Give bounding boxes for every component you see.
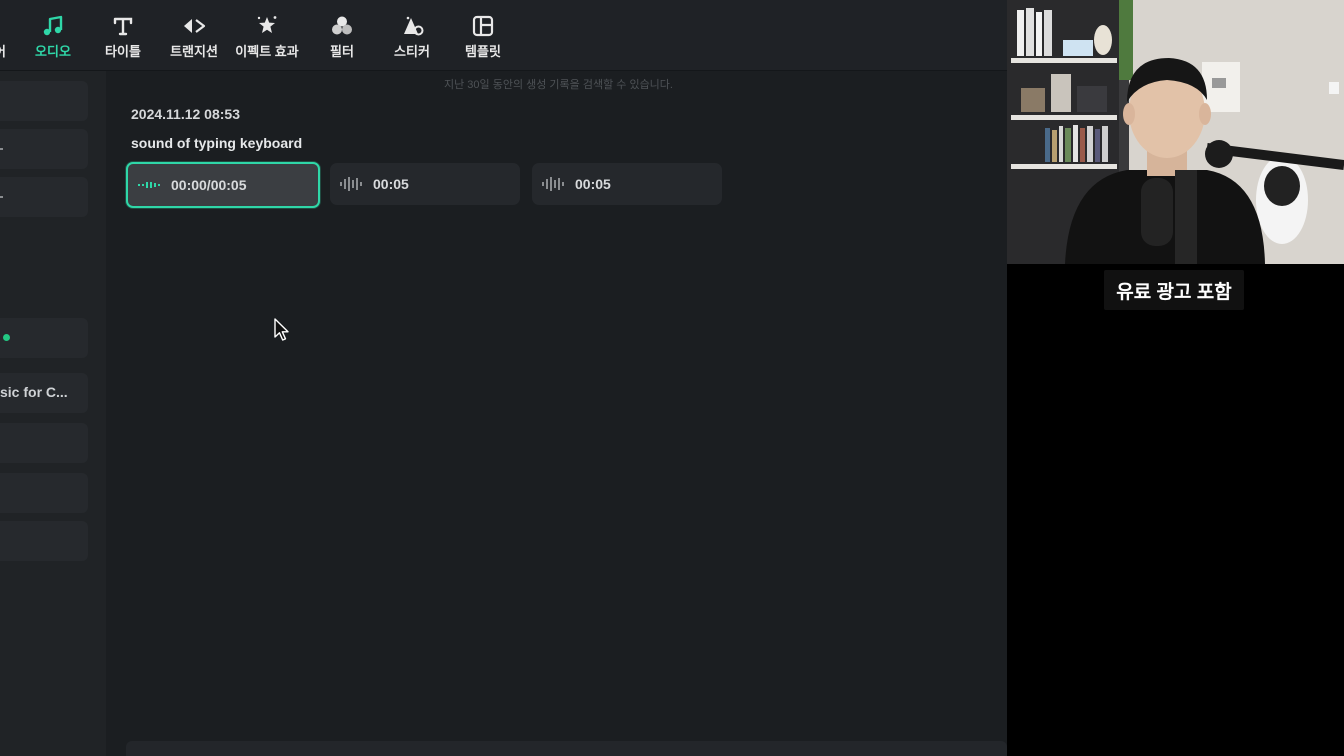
bottom-panel-edge — [126, 741, 1007, 756]
tab-media[interactable]: 어 — [0, 14, 14, 66]
tab-filter[interactable]: 필터 — [326, 14, 358, 66]
sidebar-item[interactable]: sic for C... — [0, 373, 88, 413]
tab-title[interactable]: 타이틀 — [100, 14, 146, 66]
tab-label: 트랜지션 — [170, 44, 218, 59]
filter-circles-icon — [332, 16, 352, 35]
tab-template[interactable]: 템플릿 — [460, 14, 506, 66]
sidebar-item[interactable] — [0, 177, 88, 217]
audio-clip-card[interactable]: 00:05 — [330, 163, 520, 205]
tab-label: 오디오 — [35, 44, 71, 59]
tab-label: 필터 — [330, 44, 354, 59]
category-sidebar: sic for C... — [0, 71, 106, 756]
generation-prompt: sound of typing keyboard — [131, 135, 303, 151]
history-hint: 지난 30일 동안의 생성 기록을 검색할 수 있습니다. — [444, 79, 673, 91]
top-toolbar: 어 오디오 타이틀 트랜지션 — [0, 0, 1007, 71]
music-note-icon — [43, 15, 63, 36]
title-text-icon — [113, 17, 133, 36]
template-layout-icon — [472, 15, 494, 37]
tab-sticker[interactable]: 스티커 — [389, 14, 435, 66]
active-status-dot — [3, 334, 10, 341]
paid-ad-caption: 유료 광고 포함 — [1104, 270, 1244, 310]
tab-label: 템플릿 — [465, 44, 501, 59]
audio-clip-card[interactable]: 00:05 — [532, 163, 722, 205]
tab-label: 이펙트 효과 — [235, 44, 299, 59]
generation-timestamp: 2024.11.12 08:53 — [131, 106, 240, 122]
tab-transition[interactable]: 트랜지션 — [166, 14, 222, 66]
clip-duration: 00:05 — [373, 176, 409, 192]
sidebar-item-marker — [0, 148, 3, 150]
playing-waveform-icon — [138, 182, 160, 188]
effects-sparkle-icon — [257, 16, 277, 33]
sidebar-item[interactable] — [0, 81, 88, 121]
sidebar-item-marker — [0, 196, 3, 198]
sidebar-item[interactable] — [0, 473, 88, 513]
sidebar-item[interactable] — [0, 521, 88, 561]
audio-clip-card[interactable]: 00:00/00:05 — [126, 162, 320, 208]
sticker-icon — [404, 16, 424, 36]
tab-audio[interactable]: 오디오 — [30, 14, 76, 66]
waveform-icon — [340, 177, 362, 191]
tab-label: 어 — [0, 41, 6, 60]
webcam-image — [1007, 0, 1344, 264]
clip-time: 00:00/00:05 — [171, 177, 247, 193]
sidebar-item-active[interactable] — [0, 318, 88, 358]
editor-window: 어 오디오 타이틀 트랜지션 — [0, 0, 1007, 756]
transition-icon — [184, 19, 206, 33]
mouse-cursor-icon — [274, 318, 289, 341]
webcam-overlay — [1007, 0, 1344, 264]
clip-duration: 00:05 — [575, 176, 611, 192]
tab-label: 스티커 — [394, 44, 430, 59]
sidebar-item[interactable] — [0, 423, 88, 463]
waveform-icon — [542, 177, 564, 191]
sidebar-item-label: sic for C... — [0, 384, 68, 400]
sidebar-item[interactable] — [0, 129, 88, 169]
tab-effects[interactable]: 이펙트 효과 — [232, 14, 302, 66]
tab-label: 타이틀 — [105, 44, 141, 59]
